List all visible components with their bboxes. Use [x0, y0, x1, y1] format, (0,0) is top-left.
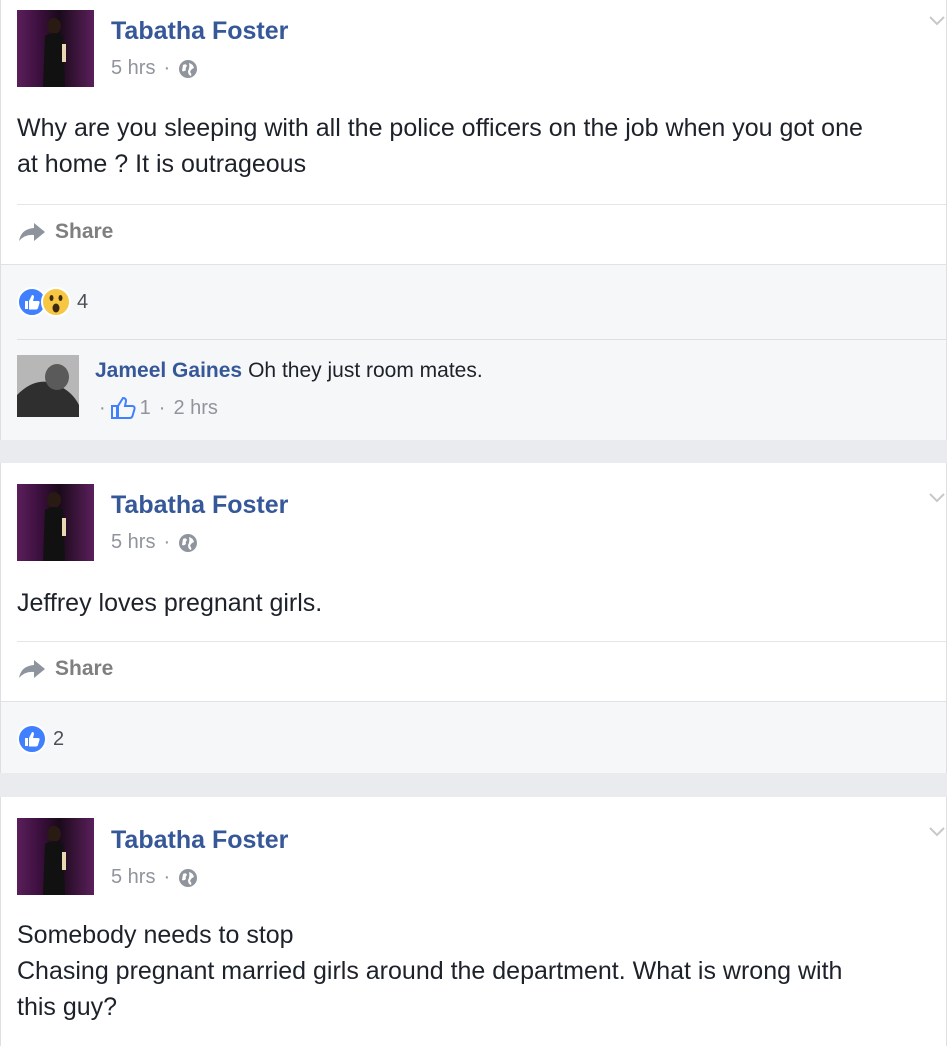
share-button[interactable]: Share — [17, 657, 113, 681]
post-meta: 5 hrs · — [111, 57, 198, 80]
chevron-down-icon[interactable] — [928, 825, 946, 839]
post-text: Somebody needs to stop Chasing pregnant … — [17, 921, 843, 1021]
author-name[interactable]: Tabatha Foster — [111, 826, 288, 855]
post-footer: 4 Jameel Gaines Oh they just room mates. … — [1, 264, 946, 440]
post-text: Why are you sleeping with all the police… — [17, 114, 863, 178]
like-outline-icon[interactable] — [110, 396, 136, 420]
post-timestamp[interactable]: 5 hrs — [111, 866, 155, 889]
comment-timestamp[interactable]: 2 hrs — [173, 397, 217, 420]
post-text: Jeffrey loves pregnant girls. — [17, 589, 323, 617]
chevron-down-icon[interactable] — [928, 14, 946, 28]
share-button[interactable]: Share — [17, 220, 113, 244]
post-timestamp[interactable]: 5 hrs — [111, 531, 155, 554]
post-card: Tabatha Foster 5 hrs · Why are you sleep… — [0, 0, 947, 440]
post-footer: 2 — [1, 701, 946, 773]
comment-meta: · 1 · 2 hrs — [99, 396, 218, 420]
globe-icon — [179, 533, 198, 552]
divider — [17, 641, 946, 642]
globe-icon — [179, 868, 198, 887]
author-name[interactable]: Tabatha Foster — [111, 17, 288, 46]
post-card: Tabatha Foster 5 hrs · Somebody needs to… — [0, 797, 947, 1046]
wow-icon — [41, 287, 71, 317]
author-avatar[interactable] — [17, 10, 94, 87]
reaction-count: 4 — [77, 290, 89, 313]
comment-text: Oh they just room mates. — [248, 359, 483, 382]
like-icon — [17, 724, 47, 754]
comment: Jameel Gaines Oh they just room mates. — [95, 359, 483, 383]
author-name[interactable]: Tabatha Foster — [111, 491, 288, 520]
reaction-summary[interactable]: 2 — [17, 724, 64, 754]
chevron-down-icon[interactable] — [928, 491, 946, 505]
post-meta: 5 hrs · — [111, 866, 198, 889]
author-avatar[interactable] — [17, 818, 94, 895]
author-avatar[interactable] — [17, 484, 94, 561]
globe-icon — [179, 59, 198, 78]
commenter-avatar[interactable] — [17, 355, 79, 417]
post-meta: 5 hrs · — [111, 531, 198, 554]
reaction-count: 2 — [53, 727, 65, 750]
post-card: Tabatha Foster 5 hrs · Jeffrey loves pre… — [0, 463, 947, 773]
comment-like-count: 1 — [139, 396, 151, 419]
divider — [17, 204, 946, 205]
commenter-name[interactable]: Jameel Gaines — [95, 359, 242, 382]
divider — [17, 339, 946, 340]
reaction-summary[interactable]: 4 — [17, 287, 88, 317]
share-arrow-icon — [19, 223, 45, 241]
share-arrow-icon — [19, 660, 45, 678]
post-timestamp[interactable]: 5 hrs — [111, 57, 155, 80]
